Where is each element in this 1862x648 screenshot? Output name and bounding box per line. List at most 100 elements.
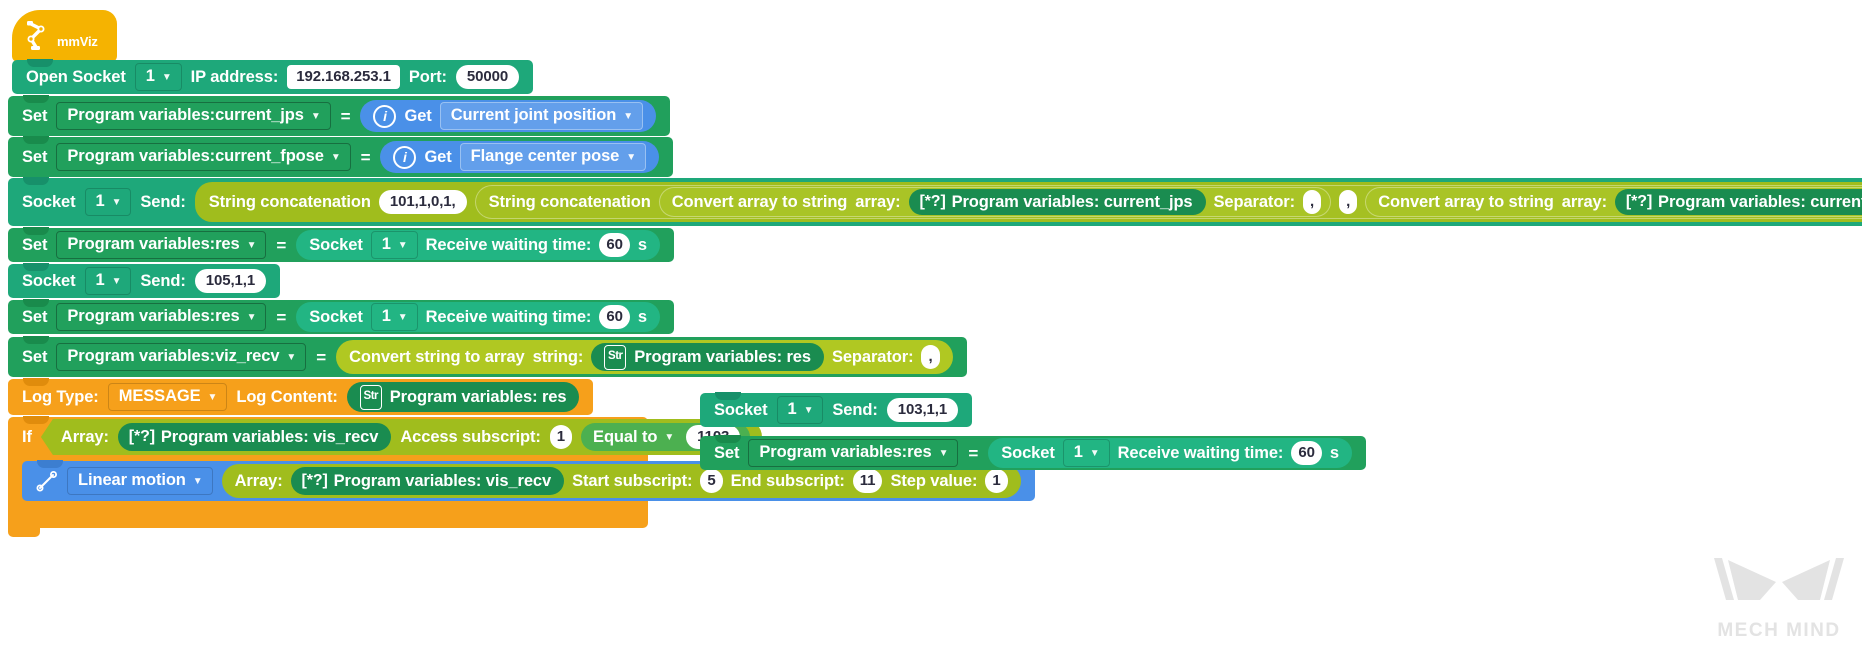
variable-dropdown-res[interactable]: Program variables:res ▼ xyxy=(748,439,959,467)
set-res-receive-block-3[interactable]: Set Program variables:res ▼ = Socket 1 ▼… xyxy=(700,435,1366,470)
block-notch xyxy=(715,435,741,443)
socket-index-dropdown[interactable]: 1 ▼ xyxy=(370,231,418,259)
waiting-time-input[interactable]: 60 xyxy=(599,305,630,329)
socket-index-value: 1 xyxy=(787,400,797,419)
receive-waiting-time-label: Receive waiting time: xyxy=(425,307,592,326)
socket-index-dropdown[interactable]: 1 ▼ xyxy=(776,396,824,424)
set-viz-recv-block[interactable]: Set Program variables:viz_recv ▼ = Conve… xyxy=(8,336,967,377)
convert-array-to-string-1[interactable]: Convert array to string array: [*?] Prog… xyxy=(658,187,1332,217)
if-block-left-arm xyxy=(8,497,40,537)
variable-name: Program variables:res xyxy=(67,307,240,326)
socket-label: Socket xyxy=(714,400,768,419)
socket-index-dropdown[interactable]: 1 ▼ xyxy=(84,267,132,295)
log-block[interactable]: Log Type: MESSAGE ▼ Log Content: Str Pro… xyxy=(8,378,594,415)
concat-literal-input[interactable]: 101,1,0,1, xyxy=(378,190,467,214)
convert-string-to-array-reporter[interactable]: Convert string to array string: Str Prog… xyxy=(336,340,953,374)
waiting-time-input[interactable]: 60 xyxy=(599,233,630,257)
start-subscript-label: Start subscript: xyxy=(572,471,693,490)
get-label: Get xyxy=(424,147,452,166)
block-notch xyxy=(23,95,49,103)
separator-input[interactable]: , xyxy=(921,345,940,369)
end-subscript-label: End subscript: xyxy=(730,471,845,490)
block-notch xyxy=(27,59,53,67)
array-variable-vis-recv[interactable]: [*?] Program variables: vis_recv xyxy=(117,423,392,451)
socket-index-value: 1 xyxy=(95,192,105,211)
open-socket-index-dropdown[interactable]: 1 ▼ xyxy=(134,63,182,91)
program-hat-block[interactable]: mmViz xyxy=(12,10,117,62)
motion-type-dropdown[interactable]: Linear motion ▼ xyxy=(67,467,213,495)
block-notch xyxy=(23,177,49,185)
socket-index-value: 1 xyxy=(95,271,105,290)
socket-index-dropdown[interactable]: 1 ▼ xyxy=(1062,439,1110,467)
equals-sign: = xyxy=(316,347,327,367)
port-input[interactable]: 50000 xyxy=(455,65,520,89)
log-type-value: MESSAGE xyxy=(118,387,201,406)
send-value-input[interactable]: 103,1,1 xyxy=(886,398,959,422)
socket-receive-reporter[interactable]: Socket 1 ▼ Receive waiting time: 60 s xyxy=(296,302,660,332)
waiting-time-input[interactable]: 60 xyxy=(1291,441,1322,465)
chevron-down-icon: ▼ xyxy=(397,311,408,323)
ip-address-input[interactable]: 192.168.253.1 xyxy=(287,65,400,89)
string-concatenation-inner[interactable]: String concatenation Convert array to st… xyxy=(474,185,1862,219)
socket-label: Socket xyxy=(22,271,76,290)
block-notch xyxy=(715,392,741,400)
send-label: Send: xyxy=(832,400,878,419)
array-variable-vis-recv[interactable]: [*?] Program variables: vis_recv xyxy=(290,467,565,495)
socket-receive-reporter[interactable]: Socket 1 ▼ Receive waiting time: 60 s xyxy=(296,230,660,260)
string-variable-name: Program variables: res xyxy=(634,347,811,366)
array-variable-name: Program variables: vis_recv xyxy=(160,427,379,446)
string-variable-res[interactable]: Str Program variables: res xyxy=(591,343,824,371)
set-current-fpose-block[interactable]: Set Program variables:current_fpose ▼ = … xyxy=(8,136,674,177)
socket-send-105-block[interactable]: Socket 1 ▼ Send: 105,1,1 xyxy=(8,263,281,298)
variable-dropdown-viz-recv[interactable]: Program variables:viz_recv ▼ xyxy=(56,343,307,371)
set-res-receive-block-2[interactable]: Set Program variables:res ▼ = Socket 1 ▼… xyxy=(8,299,674,334)
log-type-label: Log Type: xyxy=(22,387,99,406)
log-type-dropdown[interactable]: MESSAGE ▼ xyxy=(107,383,228,411)
set-res-receive-block-1[interactable]: Set Program variables:res ▼ = Socket 1 ▼… xyxy=(8,227,674,262)
end-subscript-input[interactable]: 11 xyxy=(852,469,883,493)
set-label: Set xyxy=(22,235,48,254)
step-value-label: Step value: xyxy=(890,471,978,490)
watermark-text: MECH MIND xyxy=(1717,620,1841,641)
convert-array-to-string-2[interactable]: Convert array to string array: [*?] Prog… xyxy=(1365,187,1862,217)
block-notch xyxy=(23,416,49,424)
if-condition-slot[interactable]: Array: [*?] Program variables: vis_recv … xyxy=(40,419,763,455)
operator-dropdown[interactable]: Equal to ▼ xyxy=(591,429,678,446)
variable-dropdown-res[interactable]: Program variables:res ▼ xyxy=(56,303,267,331)
set-current-jps-block[interactable]: Set Program variables:current_jps ▼ = i … xyxy=(8,95,671,136)
socket-index-dropdown[interactable]: 1 ▼ xyxy=(84,188,132,216)
send-label: Send: xyxy=(140,192,186,211)
blockly-workspace[interactable]: mmViz Open Socket 1 ▼ IP address: 192.16… xyxy=(0,0,1862,648)
log-content-string-variable[interactable]: Str Program variables: res xyxy=(346,382,580,412)
step-value-input[interactable]: 1 xyxy=(985,469,1008,493)
equals-sign: = xyxy=(340,106,351,126)
socket-send-concat-block[interactable]: Socket 1 ▼ Send: String concatenation 10… xyxy=(8,177,1862,226)
chevron-down-icon: ▼ xyxy=(938,447,949,459)
get-reporter-current-joint-position[interactable]: i Get Current joint position ▼ xyxy=(360,100,657,132)
get-value-dropdown[interactable]: Flange center pose ▼ xyxy=(459,143,647,171)
array-variable-current-fpose[interactable]: [*?] Program variables: current_fpose xyxy=(1615,189,1862,215)
open-socket-block[interactable]: Open Socket 1 ▼ IP address: 192.168.253.… xyxy=(12,59,534,94)
convert-label-2: Convert array to string xyxy=(1378,192,1554,211)
array-variable-current-jps[interactable]: [*?] Program variables: current_jps xyxy=(908,189,1206,215)
array-arg-label-1: array: xyxy=(855,192,901,211)
variable-dropdown-current-fpose[interactable]: Program variables:current_fpose ▼ xyxy=(56,143,351,171)
send-value-input[interactable]: 105,1,1 xyxy=(194,269,267,293)
access-subscript-input[interactable]: 1 xyxy=(549,425,573,449)
array-icon: [*?] xyxy=(128,428,156,445)
chevron-down-icon: ▼ xyxy=(397,239,408,251)
concat-separator-input[interactable]: , xyxy=(1339,190,1358,214)
get-reporter-flange-center-pose[interactable]: i Get Flange center pose ▼ xyxy=(380,141,660,173)
get-value-dropdown[interactable]: Current joint position ▼ xyxy=(439,102,644,130)
socket-send-103-block[interactable]: Socket 1 ▼ Send: 103,1,1 xyxy=(700,392,973,427)
get-label: Get xyxy=(404,106,432,125)
socket-receive-reporter[interactable]: Socket 1 ▼ Receive waiting time: 60 s xyxy=(988,438,1352,468)
string-concatenation-outer[interactable]: String concatenation 101,1,0,1, String c… xyxy=(194,182,1862,222)
socket-index-dropdown[interactable]: 1 ▼ xyxy=(370,303,418,331)
start-subscript-input[interactable]: 5 xyxy=(700,469,723,493)
variable-dropdown-current-jps[interactable]: Program variables:current_jps ▼ xyxy=(56,102,331,130)
separator-input-1[interactable]: , xyxy=(1303,190,1322,214)
robot-arm-icon xyxy=(27,21,45,50)
variable-dropdown-res[interactable]: Program variables:res ▼ xyxy=(56,231,267,259)
access-subscript-label: Access subscript: xyxy=(400,427,541,446)
